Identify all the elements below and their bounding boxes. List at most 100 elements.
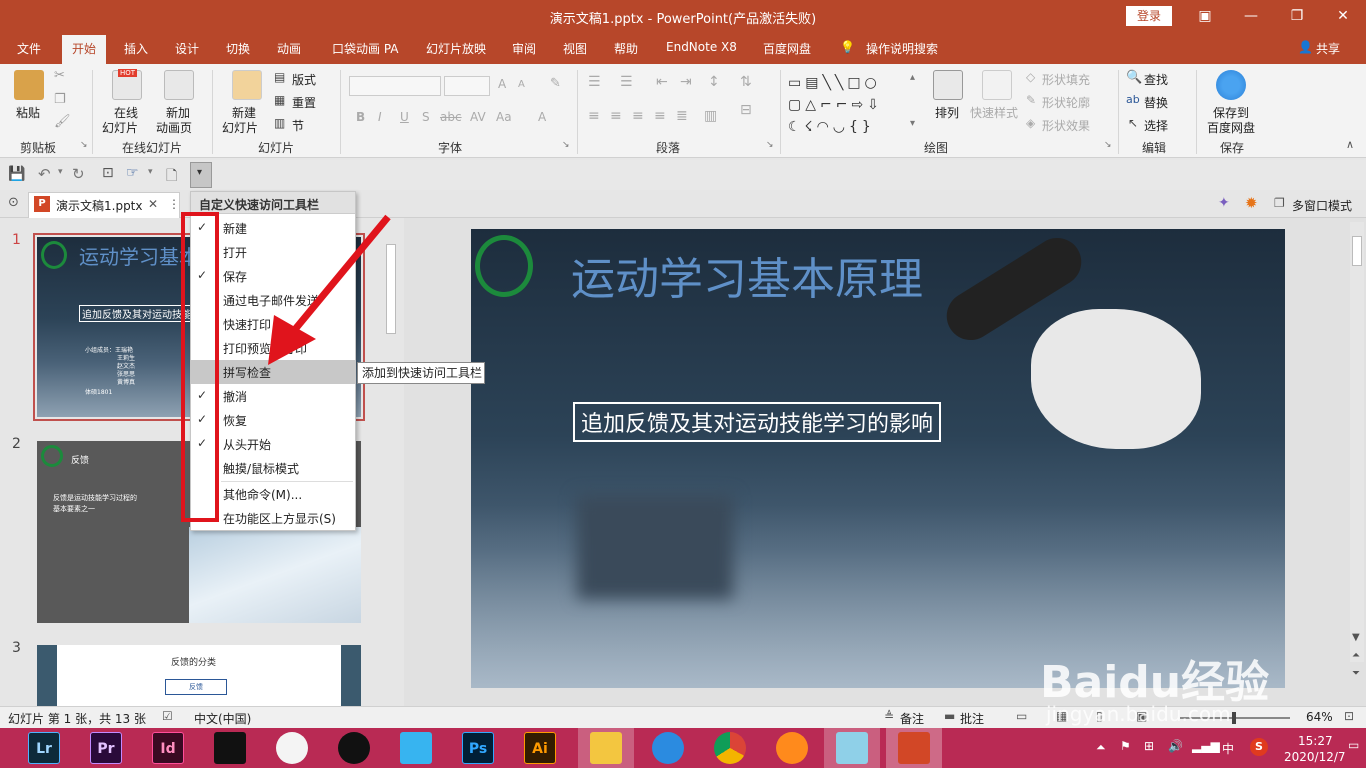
columns-icon[interactable]: ▥ <box>704 108 717 124</box>
login-button[interactable]: 登录 <box>1126 6 1172 26</box>
tab-tell-me[interactable]: 操作说明搜索 <box>866 40 938 57</box>
cut-icon[interactable]: ✂ <box>54 68 65 83</box>
comments-button[interactable]: 批注 <box>960 710 984 727</box>
align-left-icon[interactable]: ≡ <box>588 108 600 124</box>
slide-subtitle[interactable]: 追加反馈及其对运动技能学习的影响 <box>573 402 942 442</box>
file-tab-close-icon[interactable]: ✕ <box>148 197 158 211</box>
undo-icon[interactable]: ↶ <box>38 165 51 183</box>
tab-transitions[interactable]: 切换 <box>226 40 250 57</box>
tab-file[interactable]: 文件 <box>17 40 41 57</box>
shadow-button[interactable]: S <box>422 110 430 124</box>
font-size-combobox[interactable] <box>444 76 490 96</box>
close-button[interactable]: ✕ <box>1328 6 1358 26</box>
shape-outline-button[interactable]: 形状轮廓 <box>1042 94 1090 111</box>
lightroom-icon[interactable]: Lr <box>28 732 60 764</box>
sogou-input-icon[interactable]: S <box>1250 738 1268 756</box>
paste-label[interactable]: 粘贴 <box>16 104 40 121</box>
language-indicator[interactable]: 中文(中国) <box>194 710 251 727</box>
multi-window-button[interactable]: 多窗口模式 <box>1292 197 1352 214</box>
main-slide[interactable]: 运动学习基本原理 追加反馈及其对运动技能学习的影响 <box>471 228 1285 688</box>
text-direction-icon[interactable]: ⇅ <box>740 74 752 90</box>
reset-button[interactable]: 重置 <box>292 94 316 111</box>
tab-review[interactable]: 审阅 <box>512 40 536 57</box>
notes-button[interactable]: 备注 <box>900 710 924 727</box>
slide-title[interactable]: 运动学习基本原理 <box>571 243 923 307</box>
indesign-icon[interactable]: Id <box>152 732 184 764</box>
network-icon[interactable]: ⊞ <box>1144 739 1154 753</box>
notepad-icon[interactable] <box>836 732 868 764</box>
shapes-scroll-icon[interactable]: ▴ <box>910 72 915 83</box>
font-name-combobox[interactable] <box>349 76 441 96</box>
clear-format-icon[interactable]: ✎ <box>550 76 561 91</box>
arrange-button[interactable]: 排列 <box>935 104 959 121</box>
chat-app-icon[interactable] <box>400 732 432 764</box>
align-center-icon[interactable]: ≡ <box>610 108 622 124</box>
fit-to-window-icon[interactable]: ⊡ <box>1344 709 1354 723</box>
paste-icon[interactable] <box>14 70 44 100</box>
magic-icon[interactable]: ✦ <box>1218 195 1230 211</box>
touch-mode-icon[interactable]: ☞ <box>126 165 139 181</box>
align-text-icon[interactable]: ⊟ <box>740 102 752 118</box>
font-launcher-icon[interactable]: ↘ <box>562 140 570 150</box>
flag-icon[interactable]: ⚑ <box>1120 739 1131 753</box>
settings-gear-icon[interactable]: ✹ <box>1245 194 1258 212</box>
tab-slideshow[interactable]: 幻灯片放映 <box>426 40 486 57</box>
save-to-netdisk-label2[interactable]: 百度网盘 <box>1207 119 1255 136</box>
online-slide-label2[interactable]: 幻灯片 <box>102 119 138 136</box>
photoshop-icon[interactable]: Ps <box>462 732 494 764</box>
slide-scroll-thumb[interactable] <box>1352 236 1362 266</box>
change-case-button[interactable]: Aa <box>496 110 512 124</box>
download-manager-icon[interactable] <box>776 732 808 764</box>
file-explorer-icon[interactable] <box>590 732 622 764</box>
scroll-down-icon[interactable]: ▼ <box>1352 632 1360 643</box>
maximize-button[interactable]: ❐ <box>1282 6 1312 26</box>
chrome-icon[interactable] <box>714 732 746 764</box>
new-anim-label2[interactable]: 动画页 <box>156 119 192 136</box>
find-button[interactable]: 查找 <box>1144 71 1168 88</box>
collapse-ribbon-icon[interactable]: ∧ <box>1346 138 1354 151</box>
distributed-icon[interactable]: ≣ <box>676 108 688 124</box>
strikethrough-button[interactable]: abc <box>440 110 462 124</box>
underline-button[interactable]: U <box>400 110 409 124</box>
line-spacing-icon[interactable]: ↕ <box>708 74 720 90</box>
pane-toggle-icon[interactable]: ⊙ <box>8 195 19 210</box>
normal-view-icon[interactable]: ▭ <box>1016 709 1027 723</box>
save-icon[interactable]: 💾 <box>8 166 25 182</box>
signal-icon[interactable]: ▂▄▆ <box>1192 739 1220 753</box>
char-spacing-button[interactable]: AV <box>470 110 486 124</box>
copy-icon[interactable]: ❐ <box>54 92 66 107</box>
premiere-icon[interactable]: Pr <box>90 732 122 764</box>
file-tab-name[interactable]: 演示文稿1.pptx <box>56 197 143 214</box>
next-slide-icon[interactable]: ⏷ <box>1352 668 1360 679</box>
align-right-icon[interactable]: ≡ <box>632 108 644 124</box>
shapes-gallery[interactable]: ▭▤╲╲□○ ▢△⌐⌐⇨⇩ ☾☇◠◡{} <box>788 72 906 135</box>
ime-indicator[interactable]: 中 <box>1222 740 1234 757</box>
share-button[interactable]: 共享 <box>1316 40 1340 57</box>
new-slide-icon[interactable] <box>232 70 262 100</box>
clock-date[interactable]: 2020/12/7 <box>1284 750 1346 764</box>
drawing-launcher-icon[interactable]: ↘ <box>1104 140 1112 150</box>
select-button[interactable]: 选择 <box>1144 117 1168 134</box>
ribbon-display-icon[interactable]: ▣ <box>1190 6 1220 26</box>
shapes-more-icon[interactable]: ▾ <box>910 118 915 129</box>
illustrator-icon[interactable]: Ai <box>524 732 556 764</box>
tray-up-icon[interactable]: ⏶ <box>1096 740 1106 755</box>
undo-dropdown-icon[interactable]: ▾ <box>58 167 63 177</box>
tab-animations[interactable]: 动画 <box>277 40 301 57</box>
increase-indent-icon[interactable]: ⇥ <box>680 74 692 90</box>
qq-icon[interactable] <box>338 732 370 764</box>
minimize-button[interactable]: — <box>1236 6 1266 26</box>
new-animation-icon[interactable] <box>164 70 194 100</box>
video-editor-icon[interactable] <box>214 732 246 764</box>
shape-fill-button[interactable]: 形状填充 <box>1042 71 1090 88</box>
clipboard-launcher-icon[interactable]: ↘ <box>80 140 88 150</box>
tab-baidu-netdisk[interactable]: 百度网盘 <box>763 40 811 57</box>
tab-design[interactable]: 设计 <box>175 40 199 57</box>
zoom-level[interactable]: 64% <box>1306 710 1333 724</box>
redo-icon[interactable]: ↻ <box>72 165 85 183</box>
italic-button[interactable]: I <box>378 110 382 124</box>
slide-3-thumbnail[interactable]: 反馈的分类 反馈 <box>37 645 361 706</box>
arrange-icon[interactable] <box>933 70 963 100</box>
powerpoint-icon[interactable] <box>898 732 930 764</box>
layout-button[interactable]: 版式 <box>292 71 316 88</box>
